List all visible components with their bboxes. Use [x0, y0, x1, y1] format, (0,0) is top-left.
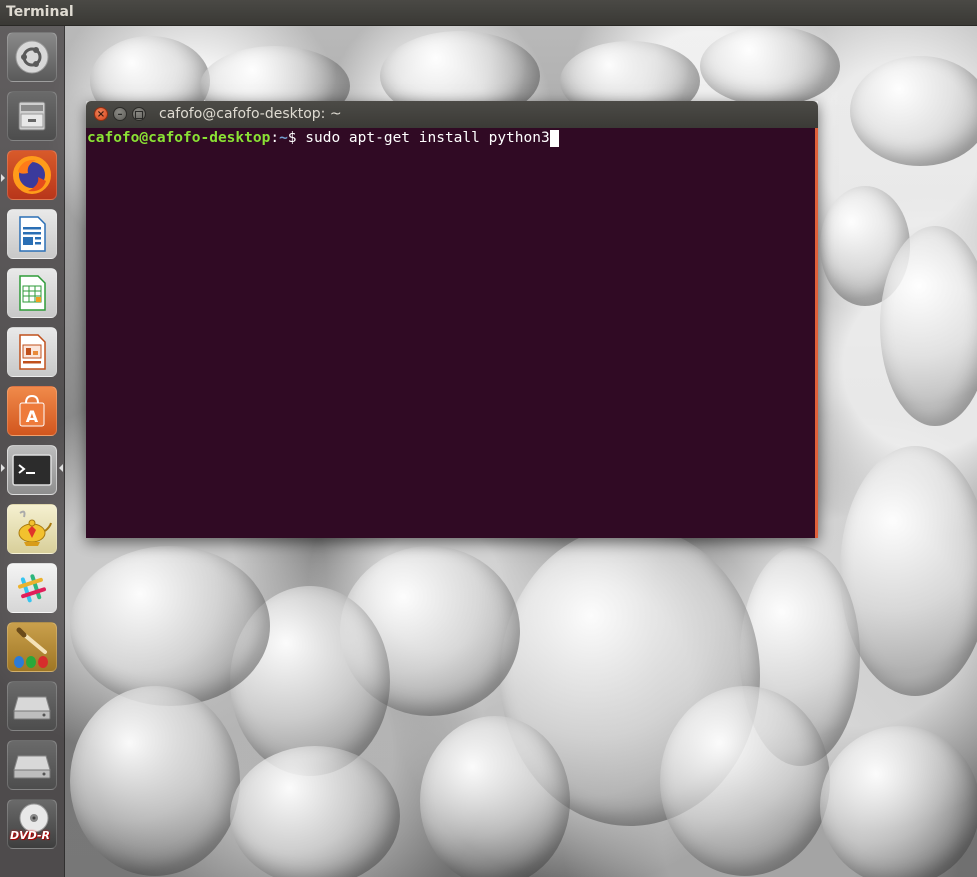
launcher-drive-1[interactable]	[7, 681, 57, 731]
launcher-files[interactable]	[7, 91, 57, 141]
top-panel: Terminal	[0, 0, 977, 26]
calc-spreadsheet-icon	[14, 274, 50, 312]
window-title: cafofo@cafofo-desktop: ~	[159, 106, 342, 122]
ubuntu-logo-icon	[14, 39, 50, 75]
launcher-libreoffice-impress[interactable]	[7, 327, 57, 377]
prompt-user-host: cafofo@cafofo-desktop	[87, 130, 271, 146]
active-app-name: Terminal	[6, 4, 74, 20]
window-close-button[interactable]: ×	[94, 107, 108, 121]
dvd-r-label: DVD-R	[10, 829, 51, 842]
prompt-path: ~	[279, 130, 288, 146]
terminal-icon	[12, 454, 52, 486]
launcher-drive-2[interactable]	[7, 740, 57, 790]
window-titlebar[interactable]: × – cafofo@cafofo-desktop: ~	[86, 101, 818, 128]
svg-text:A: A	[26, 407, 39, 426]
hard-drive-icon	[13, 691, 51, 721]
launcher-paint-app[interactable]	[7, 622, 57, 672]
paint-brush-icon	[11, 626, 53, 668]
typed-command: sudo apt-get install python3	[305, 130, 550, 146]
launcher-slack[interactable]	[7, 563, 57, 613]
launcher-lamp-app[interactable]	[7, 504, 57, 554]
running-indicator	[1, 174, 5, 182]
active-indicator	[59, 464, 63, 472]
launcher-ubuntu-software[interactable]: A	[7, 386, 57, 436]
launcher-libreoffice-writer[interactable]	[7, 209, 57, 259]
text-cursor	[549, 130, 559, 147]
hard-drive-icon	[13, 750, 51, 780]
prompt-symbol: $	[287, 130, 306, 146]
window-maximize-button[interactable]	[132, 107, 146, 121]
close-icon: ×	[96, 109, 106, 120]
prompt-colon: :	[270, 130, 280, 146]
launcher-terminal[interactable]	[7, 445, 57, 495]
maximize-icon	[135, 111, 143, 119]
dvd-r-disc-icon: DVD-R	[10, 802, 54, 846]
magic-lamp-icon	[12, 509, 52, 549]
window-minimize-button[interactable]: –	[113, 107, 127, 121]
launcher-ubuntu-dash[interactable]	[7, 32, 57, 82]
terminal-command-line: cafofo@cafofo-desktop:~$ sudo apt-get in…	[87, 130, 815, 147]
launcher-dvd-r[interactable]: DVD-R	[7, 799, 57, 849]
minimize-icon: –	[117, 109, 123, 120]
launcher-firefox[interactable]	[7, 150, 57, 200]
impress-presentation-icon	[14, 333, 50, 371]
terminal-output-area[interactable]: cafofo@cafofo-desktop:~$ sudo apt-get in…	[86, 128, 818, 538]
slack-icon	[14, 570, 50, 606]
launcher: A DVD-R	[0, 26, 65, 877]
terminal-window[interactable]: × – cafofo@cafofo-desktop: ~ cafofo@cafo…	[86, 101, 818, 538]
running-indicator	[1, 464, 5, 472]
writer-document-icon	[14, 215, 50, 253]
launcher-libreoffice-calc[interactable]	[7, 268, 57, 318]
firefox-icon	[12, 155, 52, 195]
file-cabinet-icon	[14, 98, 50, 134]
software-bag-icon: A	[14, 393, 50, 429]
